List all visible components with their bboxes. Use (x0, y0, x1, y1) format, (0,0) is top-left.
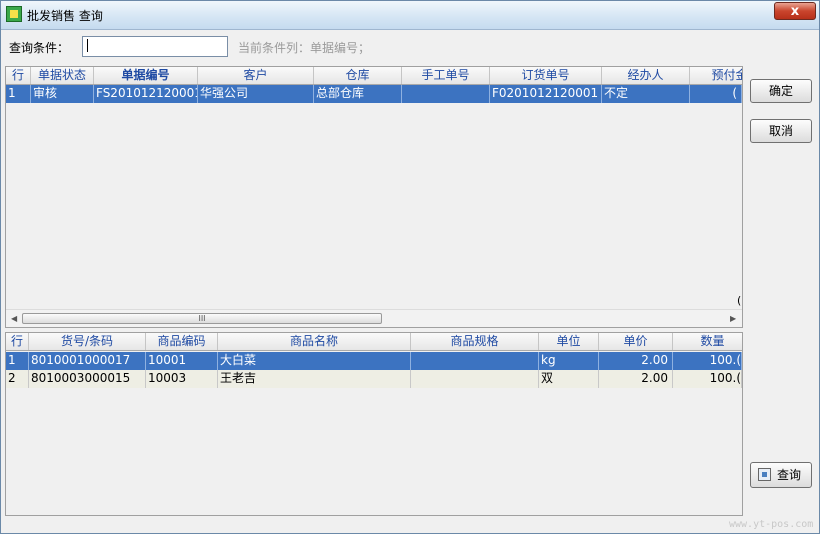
col-header-row[interactable]: 行 (6, 67, 31, 84)
cell-quantity: 100.( (673, 370, 742, 388)
text-caret (87, 39, 88, 52)
col-header-warehouse[interactable]: 仓库 (314, 67, 402, 84)
scroll-thumb[interactable]: III (22, 313, 382, 324)
cell-product-name: 大白菜 (218, 352, 411, 370)
cell-spec (411, 370, 539, 388)
cell-row: 1 (6, 85, 31, 103)
col-header-doc-no[interactable]: 单据编号 (94, 67, 198, 84)
col-header-manual-no[interactable]: 手工单号 (402, 67, 490, 84)
col-header-prepay[interactable]: 预付金 (690, 67, 742, 84)
action-panel: 确定 取消 查询 (744, 66, 818, 518)
cell-doc-no: FS201012120001 (94, 85, 198, 103)
cell-unit: kg (539, 352, 599, 370)
cell-spec (411, 352, 539, 370)
items-grid[interactable]: 行 货号/条码 商品编码 商品名称 商品规格 单位 单价 数量 1 801000… (5, 332, 743, 516)
cell-product-code: 10001 (146, 352, 218, 370)
filter-hint: 当前条件列：单据编号； (238, 41, 371, 55)
cell-product-name: 王老吉 (218, 370, 411, 388)
cell-warehouse: 总部仓库 (314, 85, 402, 103)
cell-price: 2.00 (599, 370, 673, 388)
cell-barcode: 8010003000015 (29, 370, 146, 388)
close-button[interactable]: x (774, 2, 816, 20)
col-header-product-code[interactable]: 商品编码 (146, 333, 218, 350)
window-title: 批发销售 查询 (27, 9, 103, 23)
items-header: 行 货号/条码 商品编码 商品名称 商品规格 单位 单价 数量 (6, 333, 742, 351)
cancel-button[interactable]: 取消 (750, 119, 812, 143)
col-header-unit[interactable]: 单位 (539, 333, 599, 350)
watermark: www.yt-pos.com (729, 519, 814, 530)
col-header-status[interactable]: 单据状态 (31, 67, 94, 84)
cell-status: 审核 (31, 85, 94, 103)
orders-horizontal-scrollbar[interactable]: ◀ III ▶ (6, 309, 742, 327)
cell-quantity: 100.( (673, 352, 742, 370)
col-header-barcode[interactable]: 货号/条码 (29, 333, 146, 350)
query-button-label: 查询 (776, 468, 801, 482)
cell-product-code: 10003 (146, 370, 218, 388)
orders-header: 行 单据状态 单据编号 客户 仓库 手工单号 订货单号 经办人 预付金 (6, 67, 742, 85)
app-icon (6, 6, 22, 22)
cell-row: 2 (6, 370, 29, 388)
footer-total-clip: ( (737, 294, 742, 307)
table-row[interactable]: 1 8010001000017 10001 大白菜 kg 2.00 100.( (6, 352, 742, 370)
scroll-left-icon[interactable]: ◀ (11, 314, 17, 323)
filter-bar: 查询条件： 当前条件列：单据编号； (1, 30, 819, 65)
filter-label: 查询条件： (9, 41, 70, 55)
cell-handler: 不定 (602, 85, 690, 103)
query-dialog: 批发销售 查询 x 查询条件： 当前条件列：单据编号； 行 单据状态 单据编号 … (0, 0, 820, 534)
filter-input[interactable] (82, 36, 228, 57)
col-header-handler[interactable]: 经办人 (602, 67, 690, 84)
col-header-order-no[interactable]: 订货单号 (490, 67, 602, 84)
table-row[interactable]: 2 8010003000015 10003 王老吉 双 2.00 100.( (6, 370, 742, 388)
cell-unit: 双 (539, 370, 599, 388)
cell-order-no: F0201012120001 (490, 85, 602, 103)
title-bar[interactable]: 批发销售 查询 x (1, 1, 819, 30)
cell-row: 1 (6, 352, 29, 370)
query-button[interactable]: 查询 (750, 462, 812, 488)
table-row[interactable]: 1 审核 FS201012120001 华强公司 总部仓库 F020101212… (6, 85, 742, 103)
confirm-button[interactable]: 确定 (750, 79, 812, 103)
cell-price: 2.00 (599, 352, 673, 370)
col-header-quantity[interactable]: 数量 (673, 333, 742, 350)
col-header-price[interactable]: 单价 (599, 333, 673, 350)
cell-barcode: 8010001000017 (29, 352, 146, 370)
cell-prepay: ( (690, 85, 742, 103)
orders-grid[interactable]: 行 单据状态 单据编号 客户 仓库 手工单号 订货单号 经办人 预付金 1 审核… (5, 66, 743, 328)
query-icon (758, 468, 771, 481)
col-header-spec[interactable]: 商品规格 (411, 333, 539, 350)
col-header-customer[interactable]: 客户 (198, 67, 314, 84)
cell-manual-no (402, 85, 490, 103)
col-header-product-name[interactable]: 商品名称 (218, 333, 411, 350)
cell-customer: 华强公司 (198, 85, 314, 103)
scroll-right-icon[interactable]: ▶ (730, 314, 736, 323)
col-header-row[interactable]: 行 (6, 333, 29, 350)
